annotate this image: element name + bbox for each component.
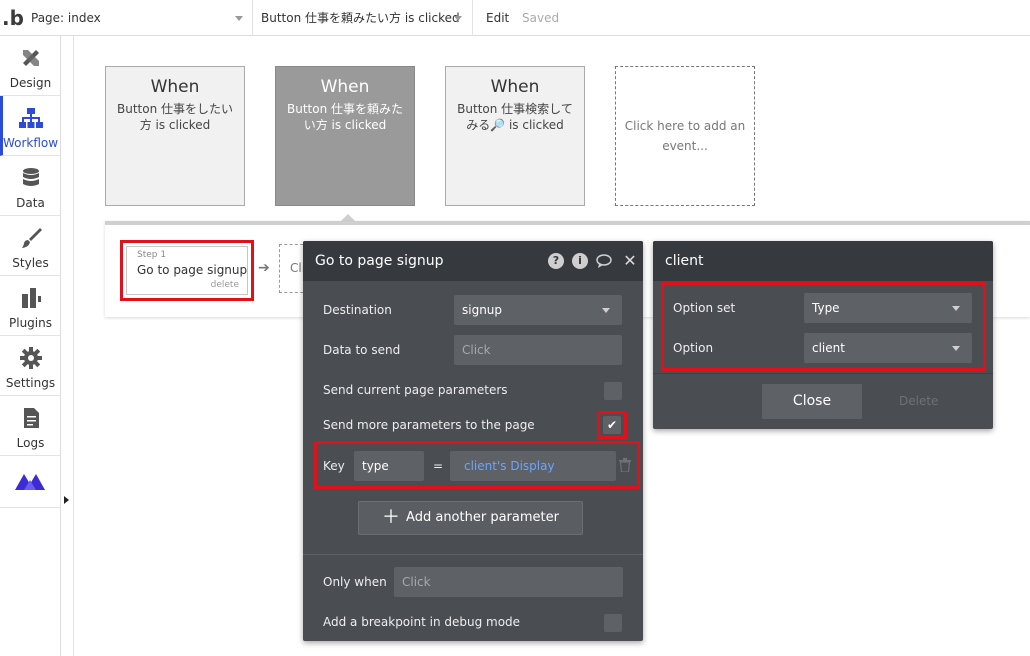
arrow-right-icon: ➔ — [258, 260, 270, 276]
send-more-params-checkbox[interactable]: ✔ — [603, 416, 621, 434]
destination-label: Destination — [323, 303, 392, 317]
step-title: Go to page signup — [137, 263, 248, 277]
sidebar-divider — [73, 36, 74, 656]
sidebar-item-label: Workflow — [2, 136, 59, 150]
data-to-send-label: Data to send — [323, 343, 401, 357]
event-when: When — [490, 77, 540, 97]
event-card[interactable]: When Button 仕事検索してみる🔎 is clicked — [445, 66, 585, 206]
chevron-down-icon — [235, 16, 243, 21]
expand-arrow-icon[interactable] — [64, 496, 69, 504]
option-set-label: Option set — [673, 301, 736, 315]
only-when-label: Only when — [323, 575, 387, 589]
breakpoint-label: Add a breakpoint in debug mode — [323, 615, 521, 629]
option-label: Option — [673, 341, 714, 355]
info-icon[interactable]: i — [572, 253, 588, 269]
event-select[interactable]: Button 仕事を頼みたい方 is clicked — [253, 0, 473, 36]
sidebar-item-data[interactable]: Data — [0, 156, 61, 216]
close-button[interactable]: Close — [762, 384, 862, 419]
send-current-params-checkbox[interactable] — [604, 382, 622, 400]
sidebar-item-label: Logs — [16, 436, 45, 450]
close-icon[interactable]: ✕ — [622, 253, 638, 269]
panel-divider — [303, 554, 643, 555]
step-card[interactable]: Step 1 Go to page signup delete — [126, 246, 248, 295]
option-value: client — [812, 341, 845, 355]
event-when: When — [150, 77, 200, 97]
chevron-down-icon — [952, 346, 960, 351]
sidebar: Design Workflow Data Styles Plugins Sett… — [0, 36, 61, 656]
destination-value: signup — [462, 303, 503, 317]
sidebar-item-label: Styles — [12, 256, 49, 270]
event-select-label: Button 仕事を頼みたい方 is clicked — [261, 11, 460, 25]
sidebar-item-styles[interactable]: Styles — [0, 216, 61, 276]
destination-select[interactable]: signup — [454, 295, 622, 325]
dynamic-expression: client's Display — [464, 459, 555, 473]
action-editor-panel: Go to page signup ? i ✕ Destination sign… — [303, 241, 643, 641]
database-icon — [23, 168, 39, 186]
panel-title: Go to page signup — [315, 253, 444, 269]
step-number: Step 1 — [137, 250, 167, 260]
only-when-input[interactable]: Click — [394, 567, 623, 597]
sidebar-item-design[interactable]: Design — [0, 36, 61, 96]
add-parameter-label: Add another parameter — [406, 510, 559, 525]
key-label: Key — [323, 459, 345, 473]
equals-sign: = — [433, 459, 444, 473]
event-card-selected[interactable]: When Button 仕事を頼みたい方 is clicked — [275, 66, 415, 206]
add-event-button[interactable]: Click here to add an event... — [615, 66, 755, 206]
sidebar-item-label: Settings — [5, 376, 56, 390]
panel-title: client — [665, 253, 704, 269]
sidebar-item-label: Design — [9, 76, 52, 90]
sidebar-item-label: Data — [16, 196, 45, 210]
option-select[interactable]: client — [804, 333, 972, 363]
send-more-params-label: Send more parameters to the page — [323, 418, 535, 432]
document-icon — [24, 408, 39, 428]
sidebar-item-settings[interactable]: Settings — [0, 336, 61, 396]
send-current-params-label: Send current page parameters — [323, 383, 508, 397]
page-select-label: Page: index — [31, 11, 101, 25]
chevron-down-icon — [602, 308, 610, 313]
top-bar: .b Page: index Button 仕事を頼みたい方 is clicke… — [0, 0, 1030, 36]
chevron-down-icon — [454, 16, 462, 21]
sidebar-item-logs[interactable]: Logs — [0, 396, 61, 456]
trash-icon[interactable] — [619, 458, 631, 472]
edit-menu[interactable]: Edit — [486, 0, 509, 36]
delete-button[interactable]: Delete — [899, 394, 938, 408]
breakpoint-checkbox[interactable] — [604, 614, 622, 632]
design-icon — [23, 50, 39, 66]
sidebar-item-label: Plugins — [9, 316, 52, 330]
event-description: Button 仕事を頼みたい方 is clicked — [286, 102, 403, 132]
panel-header: Go to page signup ? i ✕ — [303, 241, 643, 281]
brush-icon — [22, 228, 42, 248]
save-status: Saved — [522, 11, 560, 25]
plug-icon — [22, 288, 41, 308]
comment-icon[interactable] — [596, 253, 612, 269]
workflow-icon — [19, 108, 43, 128]
check-icon: ✔ — [606, 418, 618, 432]
bubble-logo-icon — [15, 474, 45, 490]
add-parameter-button[interactable]: ＋ Add another parameter — [358, 501, 583, 535]
event-description: Button 仕事をしたい方 is clicked — [116, 102, 233, 132]
data-to-send-input[interactable]: Click — [454, 335, 622, 365]
panel-header: client — [653, 241, 993, 281]
sidebar-item-brand[interactable] — [0, 456, 61, 508]
sidebar-item-workflow[interactable]: Workflow — [0, 96, 61, 156]
page-select[interactable]: Page: index — [23, 0, 253, 36]
option-set-value: Type — [812, 301, 840, 315]
event-card[interactable]: When Button 仕事をしたい方 is clicked — [105, 66, 245, 206]
option-editor-panel: client Option set Type Option client Clo… — [653, 241, 993, 429]
event-description: Button 仕事検索してみる🔎 is clicked — [457, 102, 573, 132]
parameter-value-input[interactable]: client's Display — [450, 451, 616, 481]
option-set-select[interactable]: Type — [804, 293, 972, 323]
key-input[interactable]: type — [354, 451, 424, 481]
bubble-logo[interactable]: .b — [2, 6, 24, 30]
panel-divider — [653, 373, 993, 374]
event-when: When — [320, 77, 370, 97]
step-delete-link[interactable]: delete — [211, 280, 239, 290]
chevron-down-icon — [952, 306, 960, 311]
sidebar-item-plugins[interactable]: Plugins — [0, 276, 61, 336]
help-icon[interactable]: ? — [548, 253, 564, 269]
plus-icon: ＋ — [382, 507, 401, 528]
gear-icon — [20, 347, 42, 369]
